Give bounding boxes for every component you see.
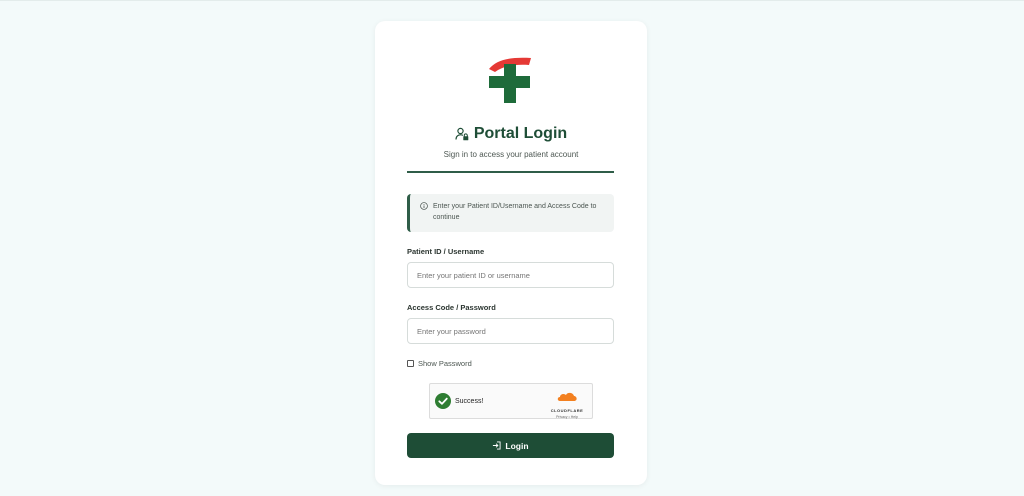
user-lock-icon (455, 127, 469, 141)
header-divider (407, 171, 614, 173)
login-button[interactable]: Login (407, 433, 614, 458)
password-input[interactable] (407, 318, 614, 344)
page-subtitle: Sign in to access your patient account (443, 150, 579, 159)
info-alert: Enter your Patient ID/Username and Acces… (407, 194, 614, 232)
sign-in-icon (493, 441, 501, 450)
username-label: Patient ID / Username (407, 247, 485, 256)
top-border (0, 0, 1024, 1)
captcha-status: Success! (455, 398, 484, 405)
cloudflare-branding: CLOUDFLARE Privacy • Help (544, 389, 590, 419)
captcha-links[interactable]: Privacy • Help (544, 415, 590, 419)
success-check-icon (435, 393, 451, 409)
login-button-label[interactable]: Login (505, 441, 528, 451)
info-text: Enter your Patient ID/Username and Acces… (433, 203, 597, 221)
show-password-label[interactable]: Show Password (418, 359, 472, 368)
cloudflare-captcha-widget[interactable]: Success! CLOUDFLARE Privacy • Help (429, 383, 593, 419)
title-row: Portal Login (375, 125, 647, 143)
info-icon (420, 202, 428, 210)
password-label: Access Code / Password (407, 303, 496, 312)
login-card: Portal Login Sign in to access your pati… (375, 21, 647, 485)
username-input[interactable] (407, 262, 614, 288)
show-password-checkbox[interactable] (407, 360, 414, 367)
cloudflare-wordmark: CLOUDFLARE (550, 408, 584, 413)
hospital-logo (489, 57, 531, 103)
show-password-toggle[interactable]: Show Password (407, 359, 472, 368)
cloudflare-cloud-icon (557, 392, 577, 401)
page-title: Portal Login (473, 125, 568, 142)
